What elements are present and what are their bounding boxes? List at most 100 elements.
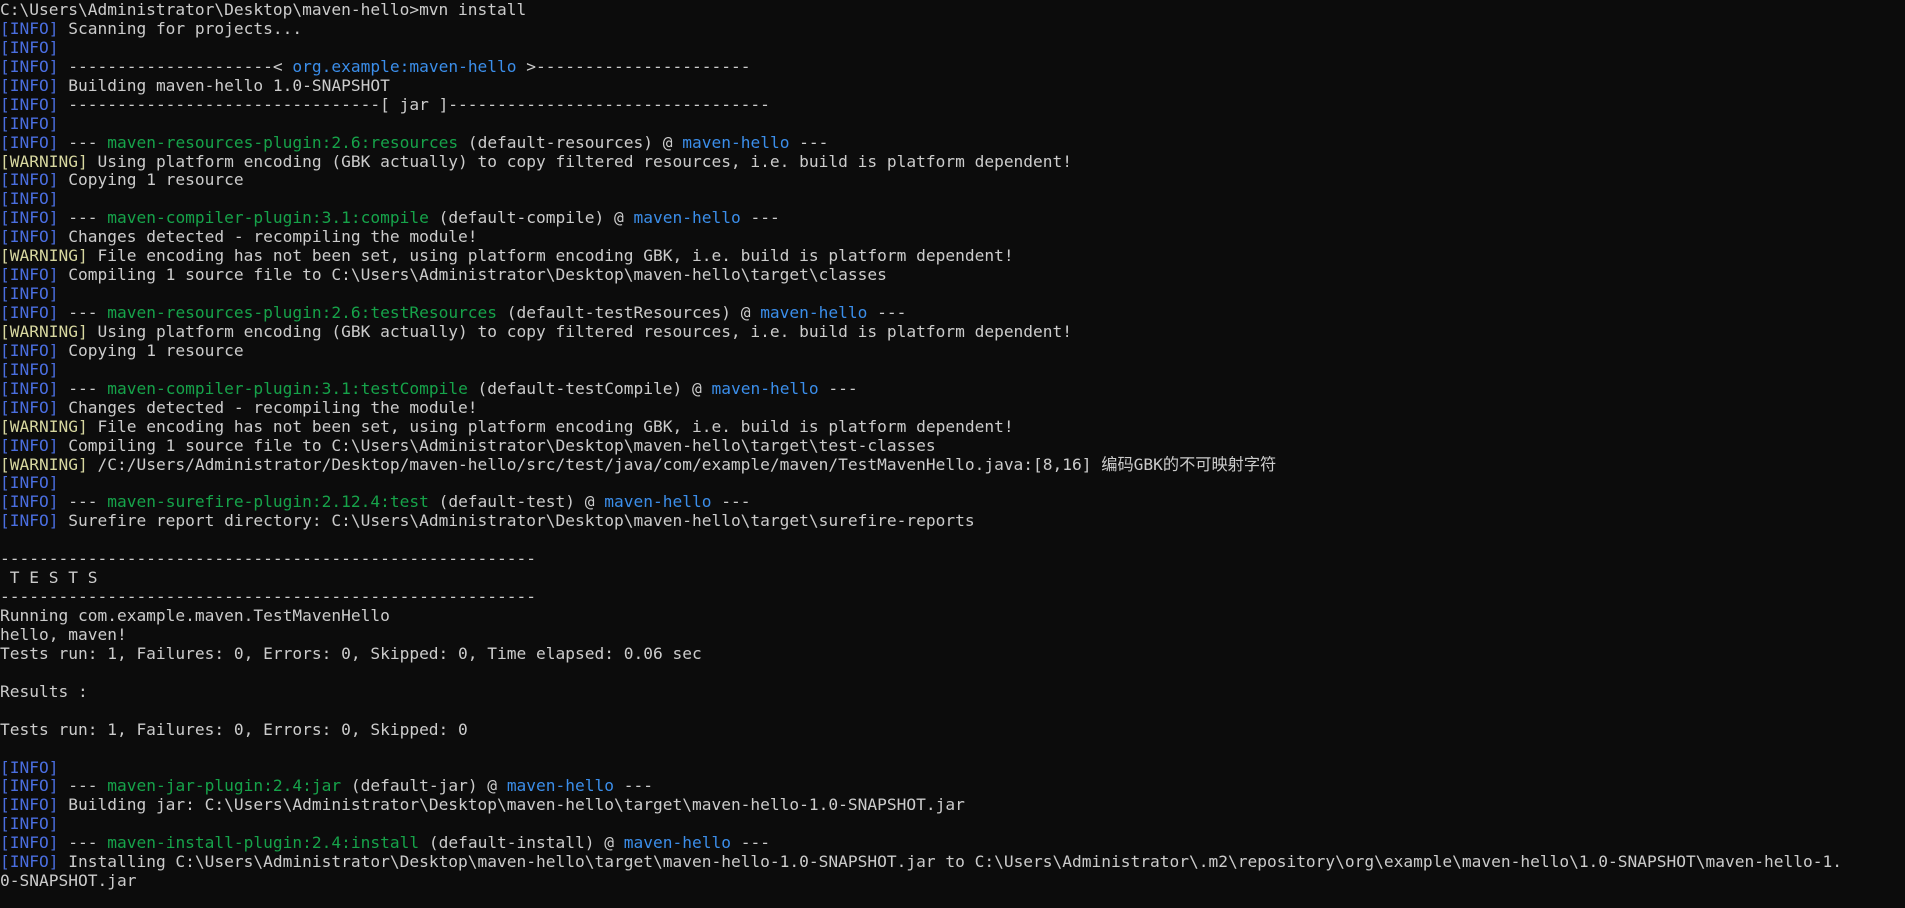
console-text: ---	[867, 303, 907, 322]
console-text: Tests run: 1, Failures: 0, Errors: 0, Sk…	[0, 643, 702, 663]
console-line: [WARNING] File encoding has not been set…	[0, 246, 1905, 266]
console-text: 0-SNAPSHOT.jar	[0, 871, 137, 891]
console-text: ---	[58, 378, 108, 398]
console-text: ----------------------------------------…	[0, 549, 537, 569]
info-tag: [INFO]	[0, 340, 59, 360]
console-line: [INFO] --- maven-jar-plugin:2.4:jar (def…	[0, 776, 1905, 796]
info-tag: [INFO]	[0, 132, 59, 152]
plugin-goal: maven-compiler-plugin:3.1:compile	[107, 208, 429, 228]
console-text: Changes detected - recompiling the modul…	[58, 397, 478, 417]
console-line: Results :	[0, 681, 1905, 702]
console-line: ----------------------------------------…	[0, 549, 1905, 569]
console-line: T E S T S	[0, 568, 1905, 588]
console-text: Copying 1 resource	[58, 170, 244, 190]
info-tag: [INFO]	[0, 75, 59, 95]
plugin-goal: maven-resources-plugin:2.6:testResources	[107, 303, 498, 322]
console-text: ---	[58, 303, 108, 322]
console-line: [WARNING] File encoding has not been set…	[0, 416, 1905, 437]
info-tag: [INFO]	[0, 397, 59, 417]
info-tag: [INFO]	[0, 170, 59, 190]
console-text: Compiling 1 source file to C:\Users\Admi…	[58, 435, 936, 455]
console-line: Tests run: 1, Failures: 0, Errors: 0, Sk…	[0, 720, 1905, 740]
info-tag: [INFO]	[0, 833, 59, 853]
console-line: [INFO] Building maven-hello 1.0-SNAPSHOT	[0, 75, 1905, 96]
info-tag: [INFO]	[0, 227, 59, 247]
console-text: Copying 1 resource	[58, 340, 244, 360]
console-text: Using platform encoding (GBK actually) t…	[87, 321, 1073, 341]
console-line: [INFO]	[0, 284, 1905, 304]
console-text: T E S T S	[0, 568, 98, 588]
console-line: [INFO] Compiling 1 source file to C:\Use…	[0, 265, 1905, 285]
console-text: Building maven-hello 1.0-SNAPSHOT	[58, 75, 390, 95]
console-line: [INFO]	[0, 113, 1905, 134]
console-text: (default-jar) @	[341, 776, 507, 796]
console-text: C:\Users\Administrator\Desktop\maven-hel…	[0, 0, 527, 19]
project-name: maven-hello	[760, 303, 868, 322]
info-tag: [INFO]	[0, 265, 59, 285]
console-text: (default-test) @	[428, 492, 605, 512]
info-tag: [INFO]	[0, 18, 59, 38]
console-line: [INFO] --- maven-compiler-plugin:3.1:tes…	[0, 378, 1905, 399]
console-text: ---	[58, 833, 108, 853]
console-line: [INFO] --- maven-resources-plugin:2.6:re…	[0, 132, 1905, 153]
console-text: Changes detected - recompiling the modul…	[58, 227, 478, 247]
info-tag: [INFO]	[0, 473, 59, 493]
info-tag: [INFO]	[0, 435, 59, 455]
console-text: Building jar: C:\Users\Administrator\Des…	[58, 795, 965, 815]
console-output[interactable]: C:\Users\Administrator\Desktop\maven-hel…	[0, 0, 1905, 908]
info-tag: [INFO]	[0, 94, 59, 114]
project-name: maven-hello	[506, 776, 615, 796]
console-text: ---	[789, 132, 829, 152]
project-name: maven-hello	[623, 833, 731, 853]
console-text: (default-testResources) @	[497, 303, 761, 322]
console-line: [INFO] ---------------------< org.exampl…	[0, 56, 1905, 77]
info-tag: [INFO]	[0, 511, 59, 531]
console-line: [INFO] Installing C:\Users\Administrator…	[0, 852, 1905, 872]
console-text: ---	[740, 208, 780, 228]
console-line: [WARNING] Using platform encoding (GBK a…	[0, 321, 1905, 342]
plugin-goal: maven-compiler-plugin:3.1:testCompile	[107, 378, 468, 398]
project-name: org.example:maven-hello	[292, 56, 517, 76]
console-text: ---	[58, 132, 108, 152]
info-tag: [INFO]	[0, 852, 59, 872]
warning-tag: [WARNING]	[0, 151, 88, 171]
console-line: [INFO] --- maven-install-plugin:2.4:inst…	[0, 833, 1905, 853]
info-tag: [INFO]	[0, 37, 59, 57]
console-text: ---------------------<	[58, 56, 293, 76]
console-text: ---	[730, 833, 770, 853]
console-text: Results :	[0, 681, 88, 701]
console-line: [INFO] --------------------------------[…	[0, 94, 1905, 115]
console-line: [INFO] Copying 1 resource	[0, 170, 1905, 190]
console-line: [INFO]	[0, 360, 1905, 380]
console-text: (default-testCompile) @	[467, 378, 712, 398]
project-name: maven-hello	[711, 378, 819, 398]
console-text: /C:/Users/Administrator/Desktop/maven-he…	[87, 454, 1277, 474]
console-text: Running com.example.maven.TestMavenHello	[0, 606, 390, 625]
info-tag: [INFO]	[0, 303, 59, 322]
info-tag: [INFO]	[0, 795, 59, 815]
warning-tag: [WARNING]	[0, 454, 88, 474]
plugin-goal: maven-surefire-plugin:2.12.4:test	[107, 492, 429, 512]
console-text: ---	[58, 492, 108, 512]
console-text: ---	[818, 378, 858, 398]
info-tag: [INFO]	[0, 189, 59, 209]
warning-tag: [WARNING]	[0, 321, 88, 341]
info-tag: [INFO]	[0, 113, 59, 133]
info-tag: [INFO]	[0, 378, 59, 398]
console-text: hello, maven!	[0, 624, 127, 644]
info-tag: [INFO]	[0, 208, 59, 228]
plugin-goal: maven-install-plugin:2.4:install	[107, 833, 420, 853]
console-text: --------------------------------[ jar ]-…	[58, 94, 770, 114]
console-line: [INFO] Surefire report directory: C:\Use…	[0, 511, 1905, 531]
console-line: [WARNING] Using platform encoding (GBK a…	[0, 151, 1905, 172]
console-line: [INFO] Scanning for projects...	[0, 18, 1905, 39]
console-line: [INFO]	[0, 473, 1905, 493]
console-line: [INFO] Changes detected - recompiling th…	[0, 227, 1905, 247]
console-text: ---	[58, 208, 108, 228]
console-text: Compiling 1 source file to C:\Users\Admi…	[58, 265, 887, 285]
console-text: File encoding has not been set, using pl…	[87, 416, 1014, 436]
console-line: [INFO] Copying 1 resource	[0, 340, 1905, 361]
